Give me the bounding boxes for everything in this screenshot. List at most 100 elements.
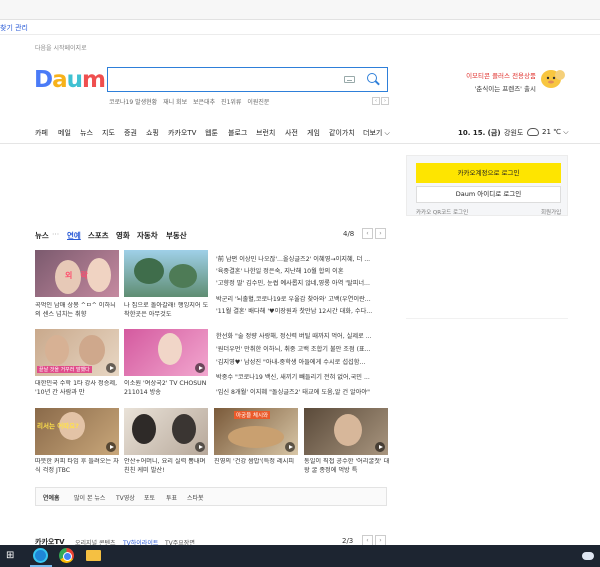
promo-title: 이모티콘 플러스 전용상품 — [466, 72, 536, 80]
daum-login-button[interactable]: Daum 아이디로 로그인 — [416, 186, 561, 203]
tab-sports[interactable]: 스포츠 — [88, 230, 109, 241]
join-link[interactable]: 회원가입 — [541, 208, 561, 216]
headline-link[interactable]: 박군리 '뇌출혈,코로나19로 우울감 찾아와' 고백(우연이란... — [216, 294, 388, 303]
news-thumbnail[interactable]: 아궁을 체시와 — [214, 408, 298, 455]
news-thumbnail[interactable] — [304, 408, 388, 455]
category-photo[interactable]: 포토 — [144, 493, 155, 502]
headline-link[interactable]: '원더우먼' 만취한 이하늬, 취중 고백 조합기 불안 조점 (표... — [216, 344, 388, 353]
news-caption[interactable]: 대한민국 수학 1타 강사 정승제, '10년 간 사람과 만 — [35, 380, 121, 397]
nav-map[interactable]: 지도 — [102, 128, 115, 138]
news-thumbnail[interactable]: 리서는 어따요? — [35, 408, 119, 455]
cloud-weather-icon — [527, 128, 539, 136]
play-icon — [106, 363, 116, 373]
nav-dictionary[interactable]: 사전 — [285, 128, 298, 138]
category-home[interactable]: 연예홈 — [43, 493, 60, 502]
kakao-login-button[interactable]: 카카오계정으로 로그인 — [416, 163, 561, 183]
headline-link[interactable]: '육중결혼' 나한일 정은숙, 지난해 10월 합의 이혼 — [216, 266, 388, 275]
favorites-manage-link[interactable]: 찾기 관리 — [0, 23, 28, 33]
news-caption[interactable]: 진영의 '건강 쌈밥'(특정 레시피 — [214, 458, 300, 475]
thumb-overlay-text: 외 락 — [65, 271, 88, 280]
nav-shopping[interactable]: 쇼핑 — [146, 128, 159, 138]
category-vote[interactable]: 투표 — [166, 493, 177, 502]
qr-login-link[interactable]: 카카오 QR코드 로그인 — [416, 208, 468, 216]
nav-game[interactable]: 게임 — [307, 128, 320, 138]
nav-webtoon[interactable]: 웹툰 — [205, 128, 218, 138]
tab-entertainment[interactable]: 연예 — [67, 230, 81, 241]
category-starbot[interactable]: 스타봇 — [187, 493, 204, 502]
news-thumbnail[interactable] — [124, 408, 208, 455]
nav-news[interactable]: 뉴스 — [80, 128, 93, 138]
headline-link[interactable]: '前 남편 이상민 나오잖'...올싱글즈2' 이혜영→이지혜, 더 ... — [216, 254, 388, 263]
favorites-bar: 찾기 관리 — [0, 20, 600, 35]
tab-realestate[interactable]: 부동산 — [166, 230, 187, 241]
category-tv-video[interactable]: TV영상 — [116, 493, 135, 502]
headline-link[interactable]: 박중수 "코로나19 백신, 새끼기 빼들리기 전혀 없어,국민 ... — [216, 372, 388, 381]
headline-link[interactable]: '고향정 딸' 김수민, 눈썹 예사롭지 않네,영롱 아역 '탈피너... — [216, 278, 388, 287]
news-caption[interactable]: 안산+어머니, 요리 실력 뽐내며 친친 케미 발산! — [124, 458, 210, 475]
nav-cafe[interactable]: 카페 — [35, 128, 48, 138]
daum-logo[interactable]: Daum — [34, 68, 106, 92]
browser-tab-strip — [0, 0, 600, 20]
keyword-link[interactable]: 이원진문 — [247, 99, 269, 106]
news-caption[interactable]: 곡먹인 남매 상봉 ^ㅁ^ 이하늬의 센스 넘치는 취향 — [35, 302, 121, 319]
keyword-link[interactable]: 재니 회보 — [163, 99, 187, 106]
nav-stock[interactable]: 증권 — [124, 128, 137, 138]
play-icon — [106, 442, 116, 452]
headline-link[interactable]: '김지영♥' 남성진 "아내-중학생 아들에게 수시로 섭섭함... — [216, 357, 388, 366]
tab-news[interactable]: 뉴스 — [35, 230, 49, 241]
kakaotv-page-indicator: 2/3 — [342, 537, 354, 545]
keyword-link[interactable]: 코로나19 발생현황 — [109, 99, 157, 106]
headline-link[interactable]: 한선화 "술 정량 사랑해, 정신력 버틸 때까지 먹어, 실제로 ... — [216, 331, 388, 340]
weather-temperature[interactable]: 21 ℃ ⌵ — [542, 128, 569, 137]
emoticon-promo[interactable]: 이모티콘 플러스 전용상품 '춘식이는 프렌즈' 출시 — [452, 70, 536, 93]
news-caption[interactable]: 이소원 '여상국2' TV CHOSUN 211014 방송 — [124, 380, 210, 397]
play-icon — [195, 442, 205, 452]
thumb-overlay-text: 끝날 것을 거꾸러 말했다 — [37, 366, 92, 373]
headline-link[interactable]: '임신 8개월' 이지혜 "돌싱글즈2' 태교에 도움,알 건 알아야" — [216, 387, 388, 396]
category-popular[interactable]: 많이 본 뉴스 — [74, 493, 105, 502]
news-caption[interactable]: 따뜻한 커피 타임 후 들려오는 자식 걱정 JTBC — [35, 458, 121, 475]
keyword-prev-button[interactable]: ‹ — [372, 97, 380, 105]
entertainment-category-bar: 연예홈 많이 본 뉴스 TV영상 포토 투표 스타봇 — [35, 487, 387, 506]
news-thumbnail[interactable]: 끝날 것을 거꾸러 말했다 — [35, 329, 119, 376]
edge-browser-icon[interactable] — [33, 548, 48, 563]
thumb-overlay-text: 아궁을 체시와 — [234, 411, 271, 419]
set-homepage-link[interactable]: 다음을 시작페이지로 — [35, 43, 87, 52]
keyboard-icon[interactable] — [344, 76, 355, 83]
nav-together[interactable]: 같이가치 — [329, 128, 355, 138]
nav-mail[interactable]: 메일 — [58, 128, 71, 138]
thumb-overlay-text: 리서는 어따요? — [37, 422, 79, 430]
news-caption[interactable]: 동일이 직접 공수한 '어리굴젓' 대왕 굴 종정에 먹방 특 — [304, 458, 390, 475]
keyword-next-button[interactable]: › — [381, 97, 389, 105]
search-icon[interactable] — [367, 73, 377, 83]
news-thumbnail[interactable] — [124, 329, 208, 376]
login-box: 카카오계정으로 로그인 Daum 아이디로 로그인 카카오 QR코드 로그인 회… — [406, 155, 568, 216]
windows-taskbar: ⊞ — [0, 545, 600, 567]
headline-link[interactable]: '11월 결혼' 배다해 '♥이장원과 찻만남 12시간 대화, 수다... — [216, 306, 388, 315]
nav-more[interactable]: 더보기 ⌵ — [363, 128, 390, 138]
date-display: 10. 15. (금) — [458, 129, 501, 137]
nav-brunch[interactable]: 브런치 — [256, 128, 275, 138]
tab-car[interactable]: 자동차 — [137, 230, 158, 241]
start-icon[interactable]: ⊞ — [6, 550, 14, 561]
search-input[interactable] — [112, 71, 337, 88]
news-caption[interactable]: 나 집으로 돌아갈래! 행잉지어 도착한곳은 아무것도 — [124, 302, 210, 319]
keyword-link[interactable]: 보은대추 — [193, 99, 215, 106]
news-prev-button[interactable]: ‹ — [362, 228, 373, 239]
nav-blog[interactable]: 블로그 — [228, 128, 247, 138]
weather-location[interactable]: 강원도 — [504, 128, 523, 138]
play-icon — [375, 442, 385, 452]
nav-kakaotv[interactable]: 카카오TV — [168, 128, 196, 138]
tab-movie[interactable]: 영화 — [116, 230, 130, 241]
search-box — [107, 67, 388, 92]
file-explorer-icon[interactable] — [86, 550, 101, 561]
news-next-button[interactable]: › — [375, 228, 386, 239]
chrome-browser-icon[interactable] — [59, 548, 74, 563]
news-thumbnail[interactable]: 외 락 — [35, 250, 119, 297]
keyword-link[interactable]: 진1위류 — [221, 99, 241, 106]
news-thumbnail[interactable] — [124, 250, 208, 297]
play-icon — [285, 442, 295, 452]
play-icon — [195, 363, 205, 373]
onedrive-cloud-icon[interactable] — [582, 552, 594, 560]
news-page-indicator: 4/8 — [343, 230, 355, 238]
